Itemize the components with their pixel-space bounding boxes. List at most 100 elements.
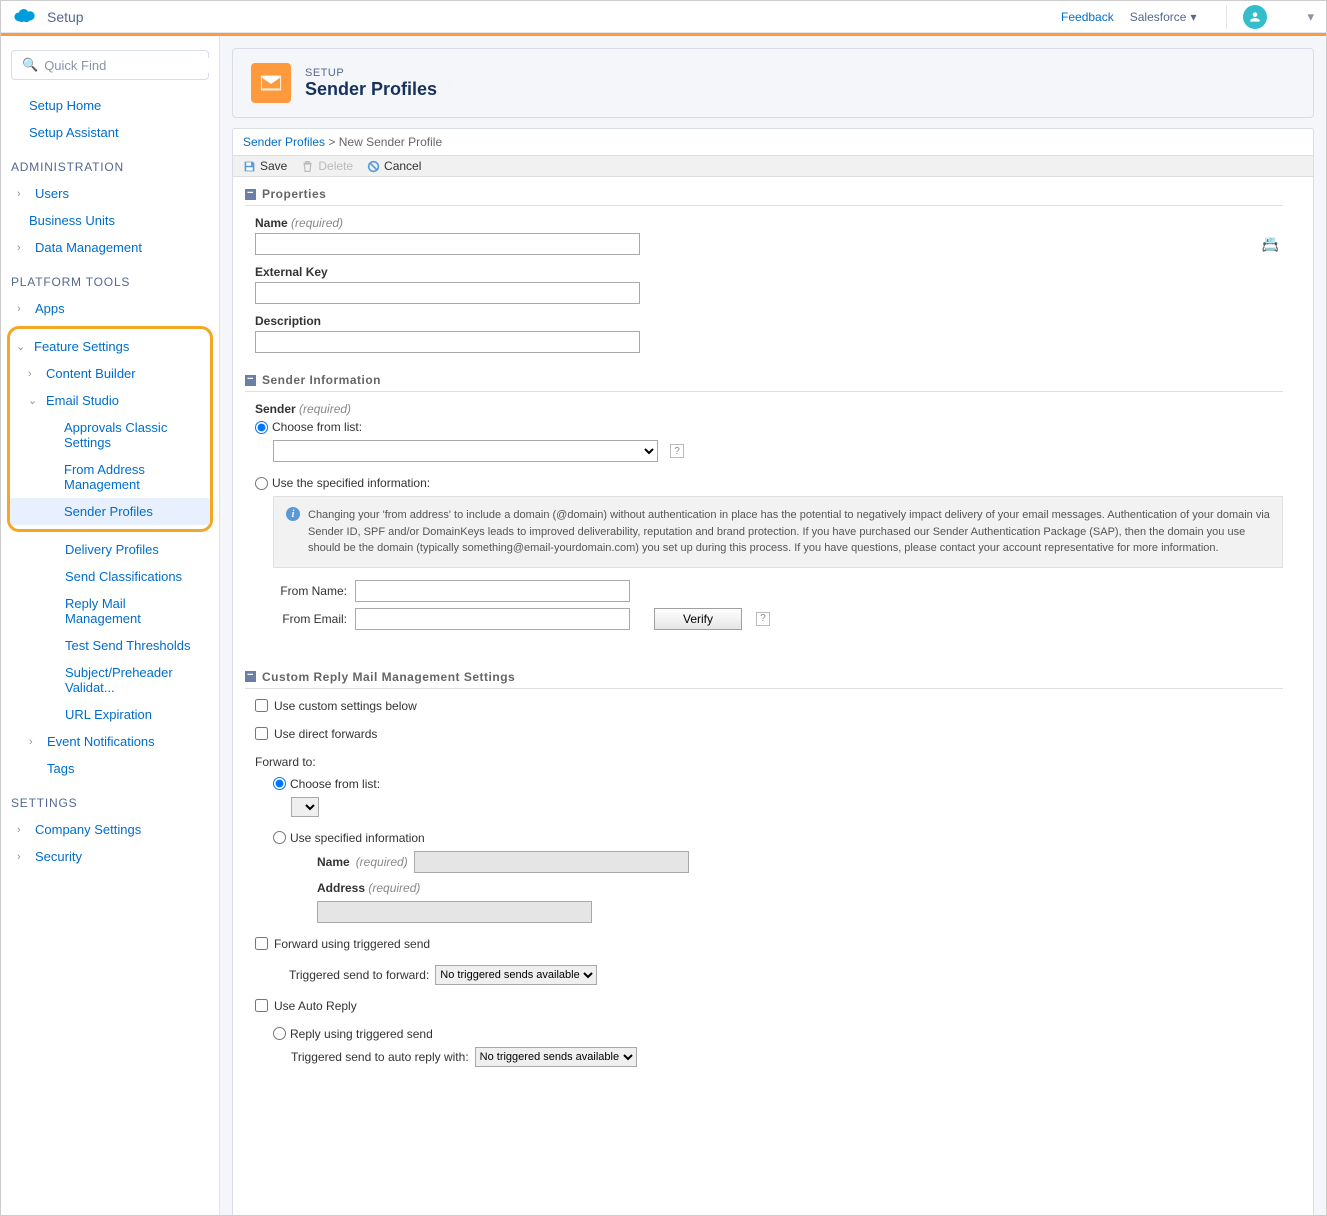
user-avatar[interactable] xyxy=(1243,5,1267,29)
org-switcher[interactable]: Salesforce ▾ xyxy=(1130,10,1197,24)
sender-choose-radio-row: Choose from list: xyxy=(255,420,1283,434)
from-email-label: From Email: xyxy=(275,612,347,626)
forward-to-label: Forward to: xyxy=(255,755,1283,769)
triggered-reply-label: Triggered send to auto reply with: xyxy=(291,1050,469,1064)
sidebar-item-setup-home[interactable]: Setup Home xyxy=(11,92,209,119)
highlighted-nav-group: ⌄Feature Settings ›Content Builder ⌄Emai… xyxy=(7,326,213,532)
sender-select[interactable] xyxy=(273,440,658,462)
cb-use-auto-reply[interactable] xyxy=(255,999,268,1012)
sidebar-item-approvals[interactable]: Approvals Classic Settings xyxy=(10,414,210,456)
topbar: Setup Feedback Salesforce ▾ ▾ xyxy=(1,1,1326,33)
sidebar-item-from-address[interactable]: From Address Management xyxy=(10,456,210,498)
cb-use-custom-settings[interactable] xyxy=(255,699,268,712)
quick-find[interactable]: 🔍 xyxy=(11,50,209,80)
cb-use-direct-forwards[interactable] xyxy=(255,727,268,740)
triggered-reply-select[interactable]: No triggered sends available xyxy=(475,1047,637,1067)
sidebar-item-feature-settings[interactable]: ⌄Feature Settings xyxy=(10,333,210,360)
breadcrumb-sep: > xyxy=(328,135,335,149)
radio-reply-triggered[interactable] xyxy=(273,1027,286,1040)
choose-from-list-label: Choose from list: xyxy=(272,420,362,434)
person-icon xyxy=(1248,10,1262,24)
sidebar-item-data-management[interactable]: ›Data Management xyxy=(11,234,209,261)
description-input[interactable] xyxy=(255,331,640,353)
sidebar-item-setup-assistant[interactable]: Setup Assistant xyxy=(11,119,209,146)
fwd-name-label: Name xyxy=(317,855,350,869)
sidebar-item-users[interactable]: ›Users xyxy=(11,180,209,207)
user-menu-caret[interactable]: ▾ xyxy=(1307,9,1314,25)
chevron-right-icon: › xyxy=(28,368,40,380)
breadcrumb-parent[interactable]: Sender Profiles xyxy=(243,135,325,149)
sidebar-item-email-studio[interactable]: ⌄Email Studio xyxy=(10,387,210,414)
use-specified-label: Use the specified information: xyxy=(272,476,430,490)
sidebar-item-company-settings[interactable]: ›Company Settings xyxy=(11,816,209,843)
sidebar-item-reply-mail[interactable]: Reply Mail Management xyxy=(11,590,209,632)
fwd-name-input xyxy=(414,851,689,873)
sender-specified-radio-row: Use the specified information: xyxy=(255,476,1283,490)
fwd-address-input xyxy=(317,901,592,923)
use-direct-forwards-label: Use direct forwards xyxy=(274,727,377,741)
sidebar-item-security[interactable]: ›Security xyxy=(11,843,209,870)
main-panel: Sender Profiles > New Sender Profile Sav… xyxy=(232,128,1314,1215)
sidebar-item-delivery-profiles[interactable]: Delivery Profiles xyxy=(11,536,209,563)
quick-find-input[interactable] xyxy=(44,58,220,73)
page-title: Sender Profiles xyxy=(305,79,437,100)
sidebar-item-send-classifications[interactable]: Send Classifications xyxy=(11,563,209,590)
help-icon[interactable]: ? xyxy=(670,444,684,458)
section-custom-reply[interactable]: Custom Reply Mail Management Settings xyxy=(245,660,1283,689)
sidebar-item-sender-profiles[interactable]: Sender Profiles xyxy=(10,498,210,525)
sidebar-item-business-units[interactable]: Business Units xyxy=(11,207,209,234)
from-email-input[interactable] xyxy=(355,608,630,630)
section-sender-info[interactable]: Sender Information xyxy=(245,363,1283,392)
fwd-address-label: Address xyxy=(317,881,365,895)
sidebar-item-content-builder[interactable]: ›Content Builder xyxy=(10,360,210,387)
search-icon: 🔍 xyxy=(22,57,38,73)
chevron-down-icon: ⌄ xyxy=(16,340,28,353)
cancel-icon xyxy=(367,160,380,173)
triggered-fwd-label: Triggered send to forward: xyxy=(289,968,429,982)
external-key-input[interactable] xyxy=(255,282,640,304)
sidebar-item-url-expiration[interactable]: URL Expiration xyxy=(11,701,209,728)
content-area: SETUP Sender Profiles Sender Profiles > … xyxy=(220,36,1326,1215)
app-title: Setup xyxy=(47,9,84,25)
action-bar: Save Delete Cancel xyxy=(233,155,1313,177)
header-eyebrow: SETUP xyxy=(305,67,437,79)
cancel-button[interactable]: Cancel xyxy=(367,159,421,173)
name-input[interactable] xyxy=(255,233,640,255)
reply-triggered-label: Reply using triggered send xyxy=(290,1027,433,1041)
radio-fwd-specified[interactable] xyxy=(273,831,286,844)
sidebar-item-subject-preheader[interactable]: Subject/Preheader Validat... xyxy=(11,659,209,701)
use-auto-reply-label: Use Auto Reply xyxy=(274,999,357,1013)
from-name-label: From Name: xyxy=(275,584,347,598)
collapse-icon xyxy=(245,375,256,386)
description-label: Description xyxy=(255,314,1283,328)
sidebar-item-apps[interactable]: ›Apps xyxy=(11,295,209,322)
feedback-link[interactable]: Feedback xyxy=(1061,10,1114,24)
chevron-right-icon: › xyxy=(17,242,29,254)
collapse-icon xyxy=(245,189,256,200)
triggered-fwd-select[interactable]: No triggered sends available xyxy=(435,965,597,985)
save-button[interactable]: Save xyxy=(243,159,287,173)
cb-forward-triggered[interactable] xyxy=(255,937,268,950)
help-icon[interactable]: ? xyxy=(756,612,770,626)
section-properties[interactable]: Properties xyxy=(245,177,1283,206)
radio-fwd-choose[interactable] xyxy=(273,777,286,790)
sidebar-item-tags[interactable]: Tags xyxy=(11,755,209,782)
fwd-select[interactable] xyxy=(291,797,319,817)
chevron-right-icon: › xyxy=(17,851,29,863)
fwd-choose-label: Choose from list: xyxy=(290,777,380,791)
collapse-icon xyxy=(245,671,256,682)
email-icon xyxy=(251,63,291,103)
breadcrumb: Sender Profiles > New Sender Profile xyxy=(233,129,1313,155)
notebook-icon[interactable]: 📇 xyxy=(1262,236,1279,253)
radio-choose-from-list[interactable] xyxy=(255,421,268,434)
fwd-specified-label: Use specified information xyxy=(290,831,425,845)
breadcrumb-current: New Sender Profile xyxy=(339,135,442,149)
form-scroll-area[interactable]: Properties Name (required) 📇 External Ke… xyxy=(233,177,1313,1215)
sidebar-item-event-notifications[interactable]: ›Event Notifications xyxy=(11,728,209,755)
chevron-right-icon: › xyxy=(29,736,41,748)
from-name-input[interactable] xyxy=(355,580,630,602)
verify-button[interactable]: Verify xyxy=(654,608,742,630)
sidebar-item-test-send[interactable]: Test Send Thresholds xyxy=(11,632,209,659)
radio-use-specified[interactable] xyxy=(255,477,268,490)
save-icon xyxy=(243,160,256,173)
